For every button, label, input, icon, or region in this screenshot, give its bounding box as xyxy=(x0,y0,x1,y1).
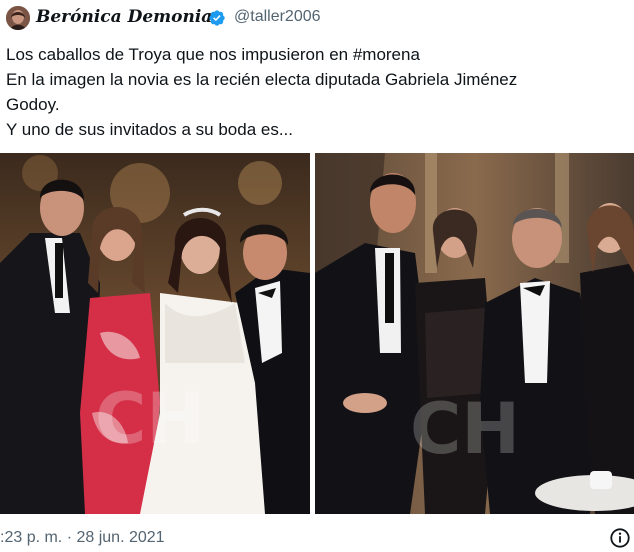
avatar[interactable] xyxy=(6,6,30,30)
tweet-text-line: Y uno de sus invitados a su boda es... xyxy=(6,120,293,139)
tweet-photo-right[interactable]: CH xyxy=(315,153,634,514)
tweet-text-line: Godoy. xyxy=(6,95,60,114)
tweet-timestamp[interactable]: :23 p. m. · 28 jun. 2021 xyxy=(0,529,165,547)
tweet-text: Los caballos de Troya que nos impusieron… xyxy=(6,42,626,142)
tweet-text-line: Los caballos de Troya que nos impusieron… xyxy=(6,45,420,64)
svg-text:CH: CH xyxy=(410,388,520,470)
tweet-text-line: En la imagen la novia es la recién elect… xyxy=(6,70,518,89)
tweet-photo-left[interactable]: CH xyxy=(0,153,310,514)
info-icon[interactable] xyxy=(609,527,631,549)
user-handle[interactable]: @taller2006 xyxy=(234,8,321,26)
verified-badge-icon xyxy=(209,10,225,26)
display-name[interactable]: Berónica Demonia xyxy=(36,7,212,27)
svg-text:CH: CH xyxy=(95,378,205,460)
